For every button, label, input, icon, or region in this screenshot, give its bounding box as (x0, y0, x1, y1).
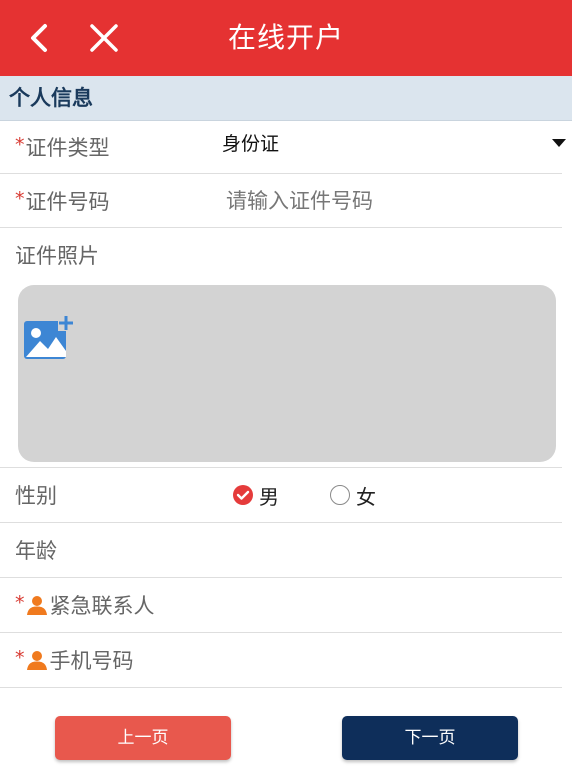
phone-label: * 手机号码 (15, 633, 134, 687)
section-header: 个人信息 (0, 76, 572, 121)
emergency-contact-row[interactable]: * 紧急联系人 (0, 578, 562, 633)
page: 在线开户 个人信息 * 证件类型 身份证 * 证件号码 证件照片 (0, 0, 572, 776)
gender-row: 性别 男 女 (0, 468, 562, 523)
add-image-icon (24, 315, 74, 359)
gender-label: 性别 (15, 484, 57, 508)
next-page-button[interactable]: 下一页 (342, 716, 518, 760)
id-type-label: * 证件类型 (15, 121, 110, 173)
age-row[interactable]: 年龄 (0, 523, 562, 578)
id-number-input[interactable] (222, 182, 556, 220)
id-type-label-text: 证件类型 (25, 136, 110, 160)
id-number-row: * 证件号码 (0, 174, 562, 228)
id-type-row: * 证件类型 身份证 (0, 121, 566, 174)
header-bar: 在线开户 (0, 0, 572, 76)
section-title: 个人信息 (9, 86, 93, 110)
gender-option-male[interactable]: 男 (233, 468, 279, 522)
phone-label-text: 手机号码 (49, 649, 134, 673)
required-mark: * (15, 187, 25, 210)
chevron-left-icon (31, 24, 47, 52)
emergency-contact-label: * 紧急联系人 (15, 578, 155, 632)
id-photo-label: 证件照片 (15, 244, 99, 268)
required-mark: * (15, 592, 25, 614)
age-label: 年龄 (15, 539, 57, 563)
person-icon (26, 596, 47, 615)
radio-unchecked-icon (330, 485, 350, 505)
required-mark: * (15, 647, 25, 669)
id-photo-upload[interactable] (18, 285, 556, 462)
id-type-value: 身份证 (222, 133, 280, 155)
id-type-select[interactable]: 身份证 (222, 121, 572, 173)
phone-row[interactable]: * 手机号码 (0, 633, 562, 688)
emergency-contact-label-text: 紧急联系人 (49, 594, 155, 618)
id-number-label-text: 证件号码 (25, 189, 110, 214)
caret-down-icon (552, 139, 566, 147)
required-mark: * (15, 134, 25, 156)
radio-checked-icon (233, 485, 253, 505)
prev-page-button[interactable]: 上一页 (55, 716, 231, 760)
back-button[interactable] (22, 20, 58, 56)
close-icon (90, 24, 118, 52)
person-icon (26, 651, 47, 670)
gender-option-label: 女 (356, 484, 376, 509)
id-number-label: * 证件号码 (15, 174, 110, 227)
gender-option-female[interactable]: 女 (330, 468, 376, 522)
gender-option-label: 男 (259, 484, 279, 509)
close-button[interactable] (86, 20, 122, 56)
